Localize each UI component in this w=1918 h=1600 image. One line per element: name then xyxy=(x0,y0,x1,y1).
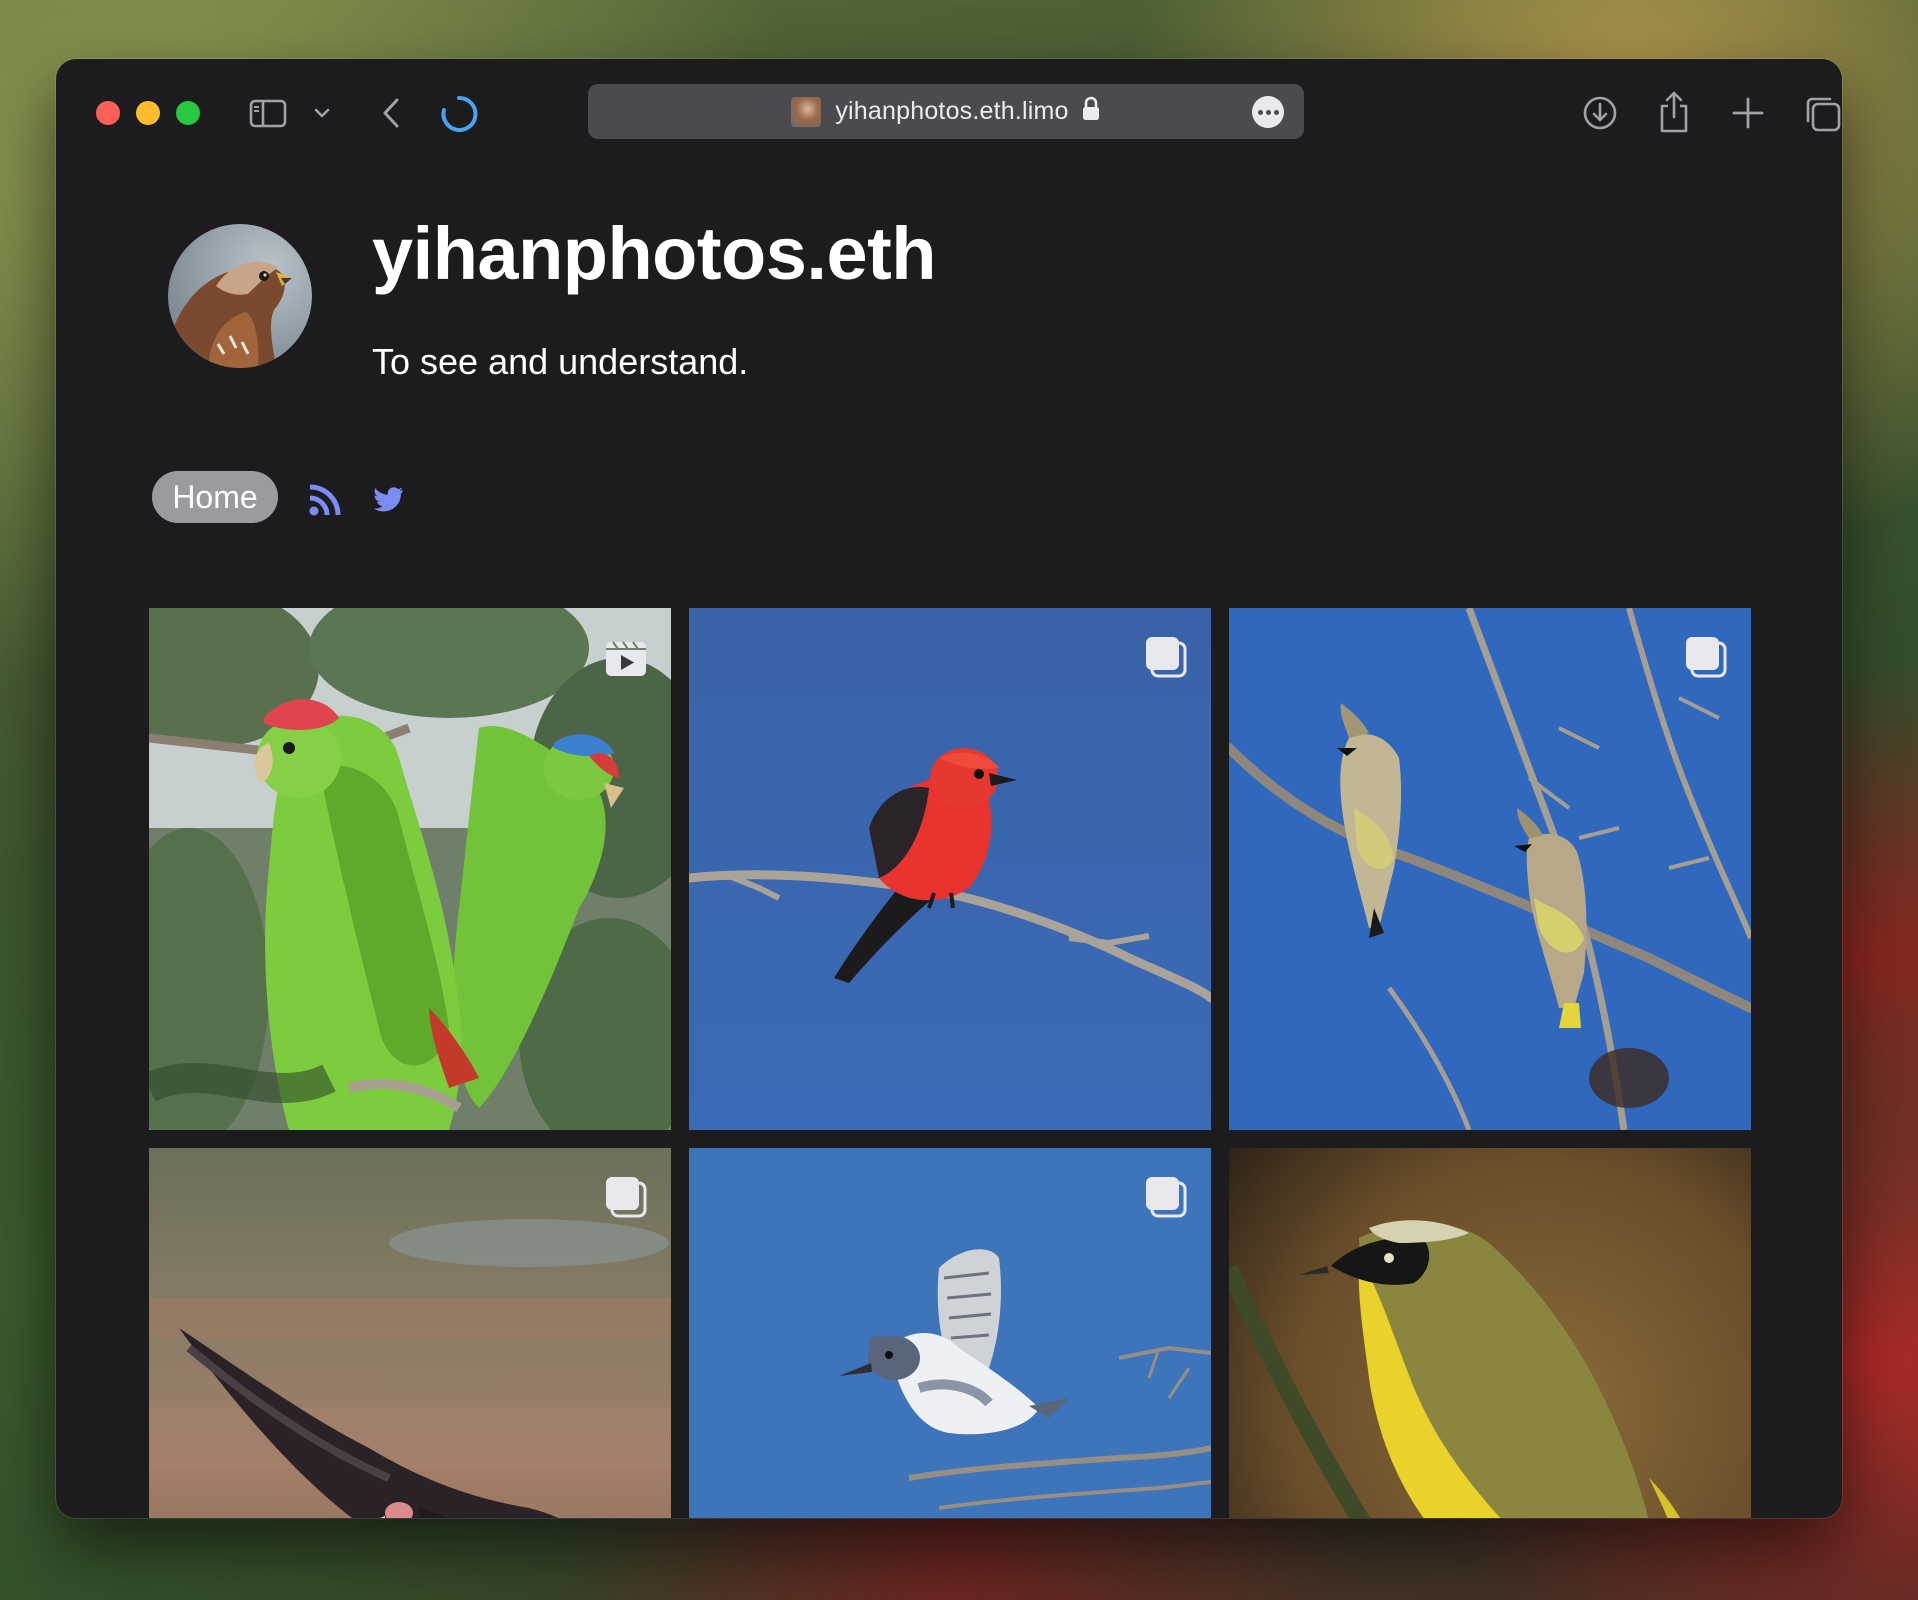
multiple-photos-icon xyxy=(1143,634,1189,685)
gallery-item-belted-kingfisher[interactable] xyxy=(689,1148,1211,1518)
gallery-item-cedar-waxwings[interactable] xyxy=(1229,608,1751,1130)
chevron-left-icon[interactable] xyxy=(372,93,412,133)
nav-home-link[interactable]: Home xyxy=(152,471,278,523)
site-title: yihanphotos.eth xyxy=(372,212,936,295)
photo-grid xyxy=(149,608,1751,1518)
photo-vermilion-flycatcher xyxy=(689,608,1211,1130)
loading-spinner-icon[interactable] xyxy=(438,93,480,135)
gallery-item-turkey-vulture-in-flight[interactable] xyxy=(149,1148,671,1518)
photo-belted-kingfisher xyxy=(689,1148,1211,1518)
address-bar[interactable]: yihanphotos.eth.limo xyxy=(588,84,1304,139)
browser-toolbar: yihanphotos.eth.limo xyxy=(56,59,1842,167)
url-text: yihanphotos.eth.limo xyxy=(835,97,1069,125)
sidebar-icon[interactable] xyxy=(248,93,288,133)
multiple-photos-icon xyxy=(1143,1174,1189,1225)
minimize-window-button[interactable] xyxy=(136,101,160,125)
photo-cedar-waxwings xyxy=(1229,608,1751,1130)
rss-icon[interactable] xyxy=(308,483,342,522)
gallery-item-red-crowned-parrots[interactable] xyxy=(149,608,671,1130)
profile-avatar[interactable] xyxy=(168,224,312,368)
browser-window: yihanphotos.eth.limo yihanphotos.eth To … xyxy=(56,59,1842,1518)
chevron-down-icon[interactable] xyxy=(312,103,332,123)
tabs-icon[interactable] xyxy=(1802,93,1842,135)
multiple-photos-icon xyxy=(603,1174,649,1225)
gallery-item-vermilion-flycatcher[interactable] xyxy=(689,608,1211,1130)
photo-turkey-vulture-in-flight xyxy=(149,1148,671,1518)
plus-icon[interactable] xyxy=(1728,93,1768,133)
site-favicon-icon xyxy=(791,96,822,127)
twitter-icon[interactable] xyxy=(374,487,404,518)
lock-icon xyxy=(1081,96,1101,127)
multiple-photos-icon xyxy=(1683,634,1729,685)
zoom-window-button[interactable] xyxy=(176,101,200,125)
download-icon[interactable] xyxy=(1580,93,1620,133)
gallery-item-common-yellowthroat[interactable] xyxy=(1229,1148,1751,1518)
photo-red-crowned-parrots xyxy=(149,608,671,1130)
video-icon xyxy=(603,634,649,685)
ellipsis-icon[interactable] xyxy=(1252,96,1284,128)
photo-common-yellowthroat xyxy=(1229,1148,1751,1518)
share-icon[interactable] xyxy=(1654,89,1694,135)
site-tagline: To see and understand. xyxy=(372,341,749,382)
close-window-button[interactable] xyxy=(96,101,120,125)
